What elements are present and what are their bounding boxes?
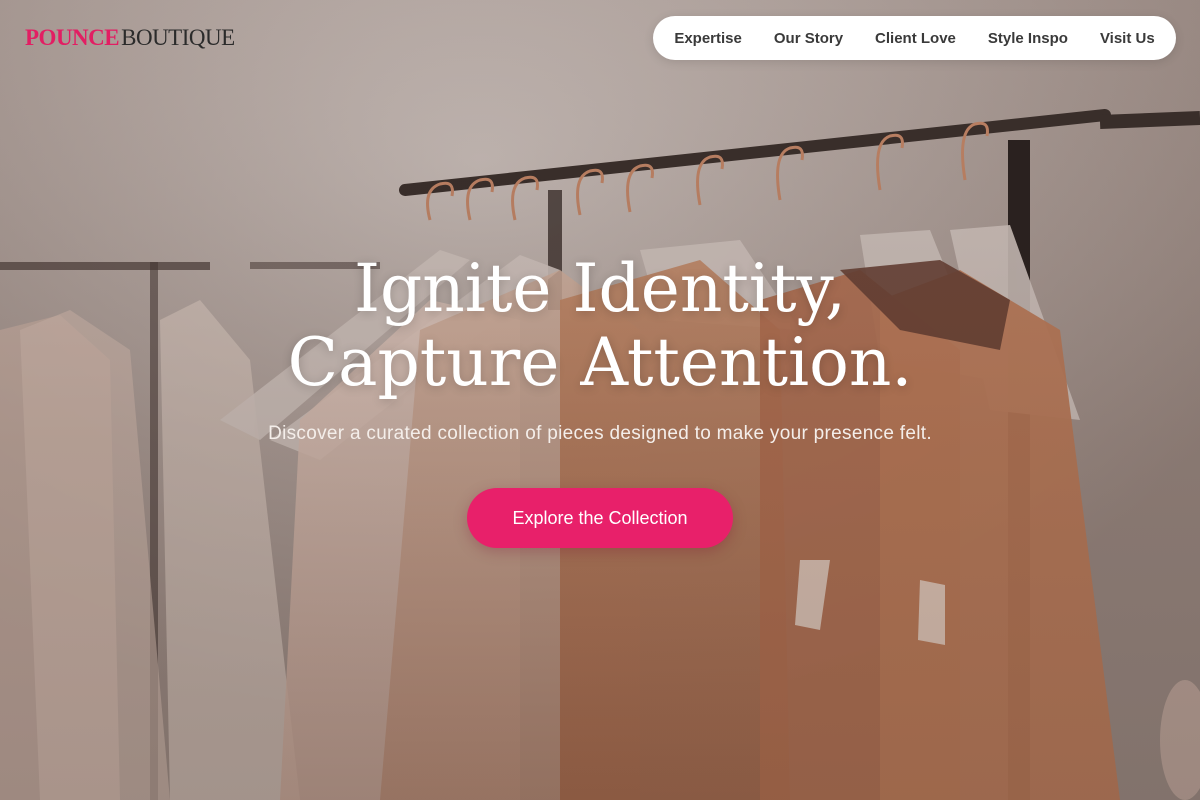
hero-headline-line-1: Ignite Identity, <box>353 250 847 327</box>
main-navigation: Expertise Our Story Client Love Style In… <box>653 16 1176 60</box>
nav-link-style-inspo[interactable]: Style Inspo <box>972 30 1084 47</box>
nav-link-client-love[interactable]: Client Love <box>859 30 972 47</box>
explore-collection-button[interactable]: Explore the Collection <box>467 488 733 548</box>
logo-primary-text: POUNCE <box>25 25 120 50</box>
nav-link-our-story[interactable]: Our Story <box>758 30 859 47</box>
hero-headline: Ignite Identity, Capture Attention. <box>0 252 1200 400</box>
hero-headline-line-2: Capture Attention. <box>287 324 913 401</box>
nav-link-visit-us[interactable]: Visit Us <box>1084 30 1171 47</box>
logo-secondary-text: BOUTIQUE <box>121 25 235 50</box>
hero-subheadline: Discover a curated collection of pieces … <box>268 423 932 444</box>
nav-link-expertise[interactable]: Expertise <box>658 30 758 47</box>
site-logo[interactable]: POUNCEBOUTIQUE <box>25 26 235 49</box>
